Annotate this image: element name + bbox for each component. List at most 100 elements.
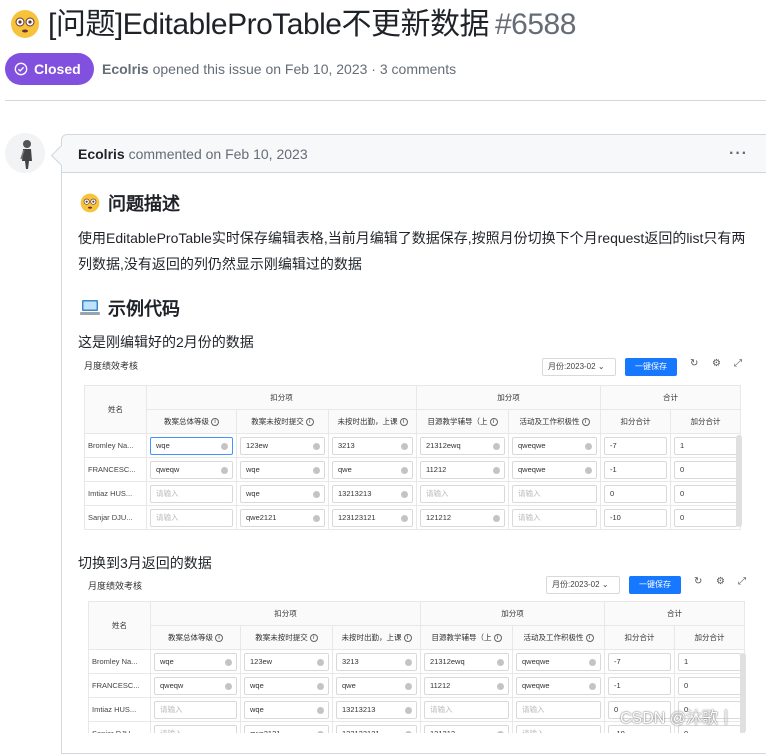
cell-input[interactable]: -1 xyxy=(608,676,672,695)
cell-input[interactable]: 请输入 xyxy=(516,724,602,733)
cell-input[interactable]: 123ew xyxy=(244,652,329,671)
clear-icon[interactable] xyxy=(317,682,324,690)
clear-icon[interactable] xyxy=(405,706,413,714)
cell-input[interactable]: -1 xyxy=(604,460,668,479)
gear-icon[interactable]: ⚙ xyxy=(716,576,725,587)
cell-input[interactable]: -7 xyxy=(608,652,672,671)
clear-icon[interactable] xyxy=(585,466,593,474)
cell-input[interactable]: 123123121 xyxy=(336,724,418,733)
scrollbar[interactable] xyxy=(736,435,742,527)
clear-icon[interactable] xyxy=(405,658,413,666)
fullscreen-icon[interactable]: ⤢ xyxy=(738,576,746,587)
cell-input[interactable]: wqe xyxy=(154,652,237,671)
save-all-button[interactable]: 一键保存 xyxy=(625,358,677,376)
clear-icon[interactable] xyxy=(221,442,228,450)
clear-icon[interactable] xyxy=(401,490,409,498)
cell-input[interactable]: 1 xyxy=(674,436,738,455)
clear-icon[interactable] xyxy=(313,490,320,498)
clear-icon[interactable] xyxy=(497,682,505,690)
clear-icon[interactable] xyxy=(225,682,232,690)
cell-input[interactable]: qweqw xyxy=(150,460,233,479)
cell-input[interactable]: 123123121 xyxy=(332,508,414,527)
clear-icon[interactable] xyxy=(405,682,413,690)
cell-input[interactable]: 0 xyxy=(674,460,738,479)
cell-input[interactable]: 0 xyxy=(604,484,668,503)
cell-input[interactable]: 11212 xyxy=(420,460,506,479)
cell-input[interactable]: qweqw xyxy=(154,676,237,695)
reload-icon[interactable]: ↻ xyxy=(690,358,698,369)
more-options-icon[interactable]: ··· xyxy=(729,145,748,163)
clear-icon[interactable] xyxy=(493,466,501,474)
cell-input[interactable]: wqe xyxy=(244,676,329,695)
gear-icon[interactable]: ⚙ xyxy=(712,358,721,369)
cell-input[interactable]: 请输入 xyxy=(516,700,602,719)
clear-icon[interactable] xyxy=(313,466,320,474)
clear-icon[interactable] xyxy=(317,658,324,666)
cell-input[interactable]: 21312ewq xyxy=(420,436,506,455)
cell-input[interactable]: qweqwe xyxy=(512,460,598,479)
cell-input[interactable]: wqe xyxy=(150,436,233,455)
clear-icon[interactable] xyxy=(225,658,232,666)
clear-icon[interactable] xyxy=(401,442,409,450)
cell-input[interactable]: qwe2121 xyxy=(240,508,325,527)
cell-input[interactable]: qweqwe xyxy=(512,436,598,455)
cell-input[interactable]: 请输入 xyxy=(154,724,237,733)
cell-input[interactable]: 0 xyxy=(674,508,738,527)
cell-input[interactable]: qweqwe xyxy=(516,652,602,671)
cell-input[interactable]: 121212 xyxy=(424,724,510,733)
issue-author-link[interactable]: Ecolris xyxy=(102,61,149,77)
cell-input[interactable]: 121212 xyxy=(420,508,506,527)
cell-input[interactable]: wqe xyxy=(240,484,325,503)
cell-input[interactable]: 11212 xyxy=(424,676,510,695)
comment-date[interactable]: commented on Feb 10, 2023 xyxy=(129,146,308,162)
cell-input[interactable]: 请输入 xyxy=(512,508,598,527)
clear-icon[interactable] xyxy=(313,442,320,450)
clear-icon[interactable] xyxy=(497,658,505,666)
cell-input[interactable]: wqe xyxy=(240,460,325,479)
clear-icon[interactable] xyxy=(401,514,409,522)
month-select[interactable]: 月份:2023-02 ⌄ xyxy=(546,576,620,594)
comment-header: Ecolris commented on Feb 10, 2023 ··· xyxy=(62,135,766,173)
month-select[interactable]: 月份:2023-02 ⌄ xyxy=(542,358,616,376)
cell-input[interactable]: 3213 xyxy=(332,436,414,455)
cell-input[interactable]: 请输入 xyxy=(424,700,510,719)
avatar[interactable] xyxy=(5,133,45,173)
cell-input[interactable]: 请输入 xyxy=(420,484,506,503)
info-icon: i xyxy=(585,634,594,643)
cell-input[interactable]: 3213 xyxy=(336,652,418,671)
cell-input[interactable]: 123ew xyxy=(240,436,325,455)
fullscreen-icon[interactable]: ⤢ xyxy=(734,358,742,369)
cell-input[interactable]: 请输入 xyxy=(150,508,233,527)
comment-author-link[interactable]: Ecolris xyxy=(78,146,125,162)
clear-icon[interactable] xyxy=(317,706,324,714)
clear-icon[interactable] xyxy=(589,682,597,690)
clear-icon[interactable] xyxy=(493,442,501,450)
clear-icon[interactable] xyxy=(589,658,597,666)
cell-input[interactable]: 1 xyxy=(678,652,742,671)
clear-icon[interactable] xyxy=(585,442,593,450)
cell-input[interactable]: 0 xyxy=(678,676,742,695)
clear-icon[interactable] xyxy=(313,514,320,522)
clear-icon[interactable] xyxy=(401,466,409,474)
cell-input[interactable]: qwe xyxy=(332,460,414,479)
scrollbar[interactable] xyxy=(740,653,746,733)
cell-input[interactable]: wqe xyxy=(244,700,329,719)
cell-input[interactable]: 0 xyxy=(674,484,738,503)
table-cell: 0 xyxy=(670,457,742,482)
reload-icon[interactable]: ↻ xyxy=(694,576,702,587)
cell-input[interactable]: 13213213 xyxy=(336,700,418,719)
cell-input[interactable]: 请输入 xyxy=(154,700,237,719)
cell-input[interactable]: 21312ewq xyxy=(424,652,510,671)
save-all-button[interactable]: 一键保存 xyxy=(629,576,681,594)
clear-icon[interactable] xyxy=(221,466,228,474)
cell-input[interactable]: qweqwe xyxy=(516,676,602,695)
clear-icon[interactable] xyxy=(493,514,501,522)
cell-input[interactable]: 13213213 xyxy=(332,484,414,503)
cell-input[interactable]: 请输入 xyxy=(512,484,598,503)
cell-input[interactable]: 请输入 xyxy=(150,484,233,503)
cell-input[interactable]: qwe2121 xyxy=(244,724,329,733)
cell-input[interactable]: qwe xyxy=(336,676,418,695)
cell-input[interactable]: -7 xyxy=(604,436,668,455)
table-cell: 123123121 xyxy=(327,505,418,530)
cell-input[interactable]: -10 xyxy=(604,508,668,527)
